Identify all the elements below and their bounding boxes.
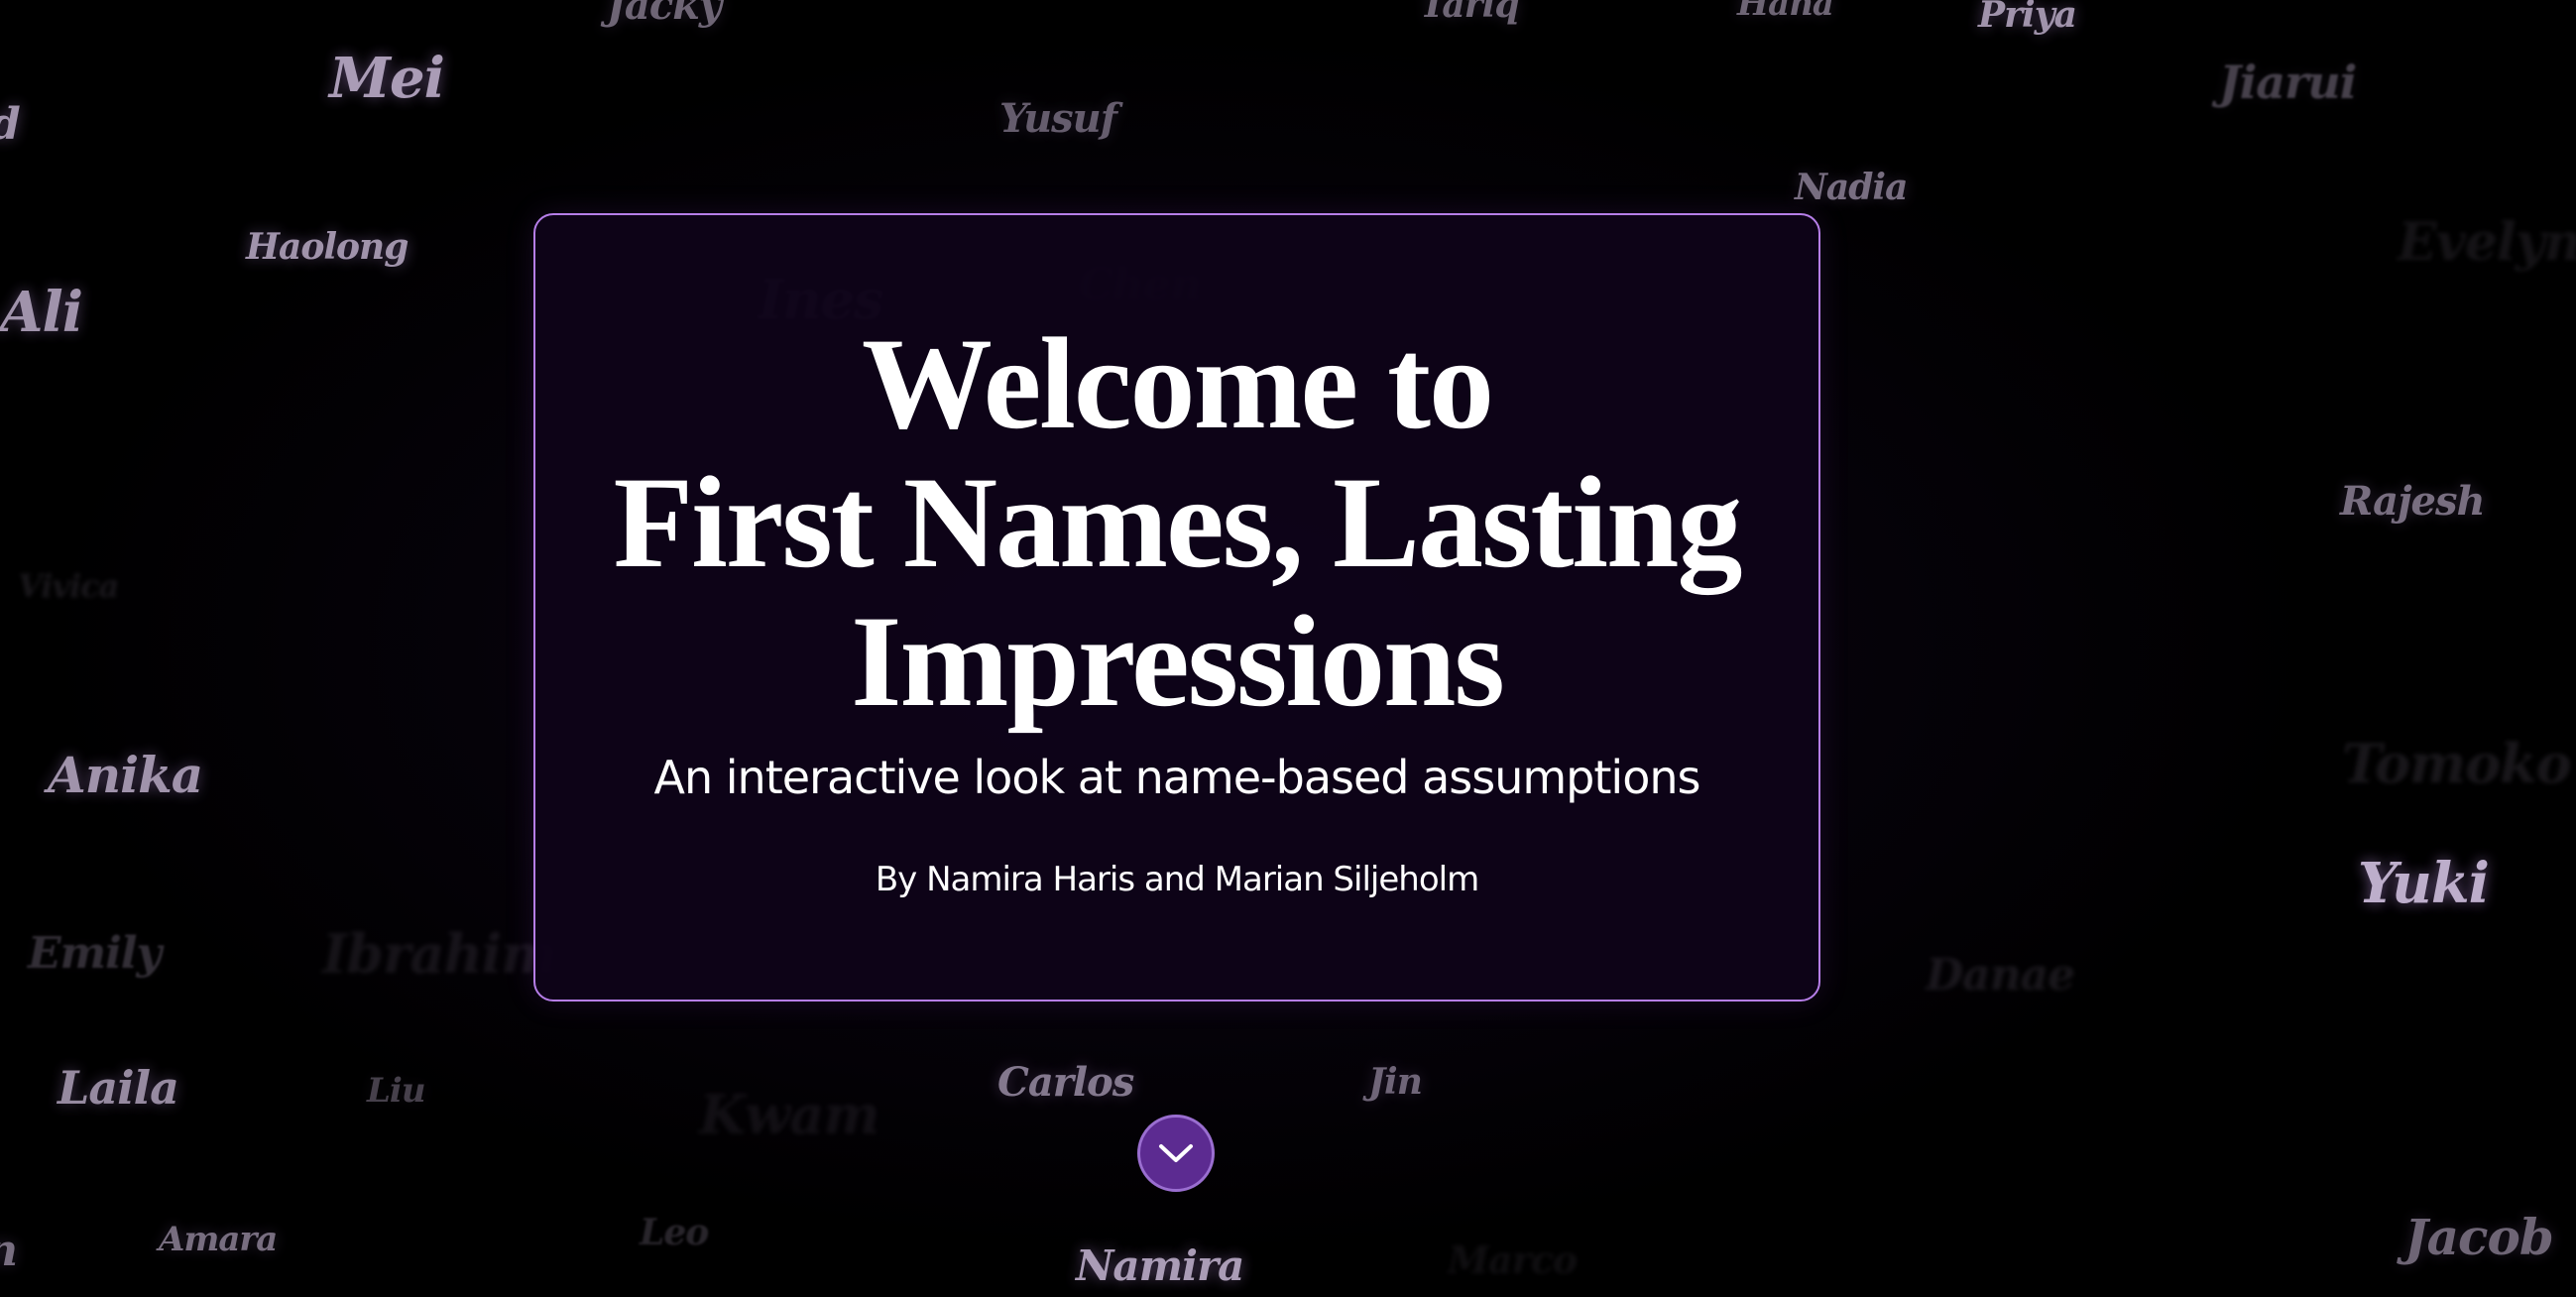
title-line-3: Impressions — [851, 588, 1505, 734]
background-name-word: Haolong — [246, 226, 409, 268]
scroll-down-button[interactable] — [1137, 1115, 1215, 1192]
background-name-word: Mei — [329, 46, 445, 111]
chevron-down-icon — [1159, 1144, 1193, 1162]
background-name-word: Liu — [367, 1071, 426, 1111]
page-subtitle: An interactive look at name-based assump… — [653, 751, 1701, 804]
background-name-word: Rajesh — [2340, 478, 2486, 525]
background-name-word: Carlos — [997, 1059, 1134, 1106]
background-name-word: Ali — [0, 280, 83, 345]
hero-card: Welcome to First Names, Lasting Impressi… — [533, 213, 1820, 1002]
background-name-word: Jacob — [2404, 1208, 2554, 1266]
background-name-word: Kwam — [699, 1083, 880, 1146]
background-name-word: Jin — [1368, 1061, 1423, 1103]
background-name-word: Tariq — [1420, 0, 1519, 26]
background-name-word: Vivica — [18, 567, 119, 605]
background-name-word: Jiarui — [2219, 56, 2357, 109]
background-name-word: d — [0, 99, 21, 150]
background-name-word: Priya — [1978, 0, 2077, 36]
background-name-word: Marco — [1448, 1238, 1578, 1282]
background-name-word: n — [0, 1226, 18, 1276]
background-name-word: Anika — [48, 746, 203, 804]
background-name-word: Jacky — [607, 0, 722, 29]
author-byline: By Namira Haris and Marian Siljeholm — [875, 860, 1479, 899]
background-name-word: Tomoko — [2342, 732, 2572, 795]
page-title: Welcome to First Names, Lasting Impressi… — [535, 314, 1818, 731]
background-name-word: Yusuf — [999, 95, 1117, 142]
title-line-2: First Names, Lasting — [613, 449, 1743, 595]
background-name-word: Leo — [640, 1212, 709, 1253]
background-name-word: Evelyn — [2398, 212, 2576, 273]
background-name-word: Ibrahim — [322, 922, 557, 986]
background-name-word: Laila — [58, 1061, 179, 1115]
background-name-word: Hana — [1737, 0, 1834, 24]
background-name-word: Namira — [1076, 1241, 1244, 1290]
title-line-1: Welcome to — [861, 310, 1494, 456]
background-stage: Jacky Tariq Hana Priya Mei Yusuf Jiarui d Nadia H… — [0, 0, 2576, 1297]
background-name-word: Danae — [1926, 950, 2075, 1001]
background-name-word: Emily — [28, 928, 162, 979]
background-name-word: Amara — [159, 1220, 278, 1259]
background-name-word: Yuki — [2358, 851, 2490, 916]
background-name-word: Nadia — [1795, 167, 1908, 208]
